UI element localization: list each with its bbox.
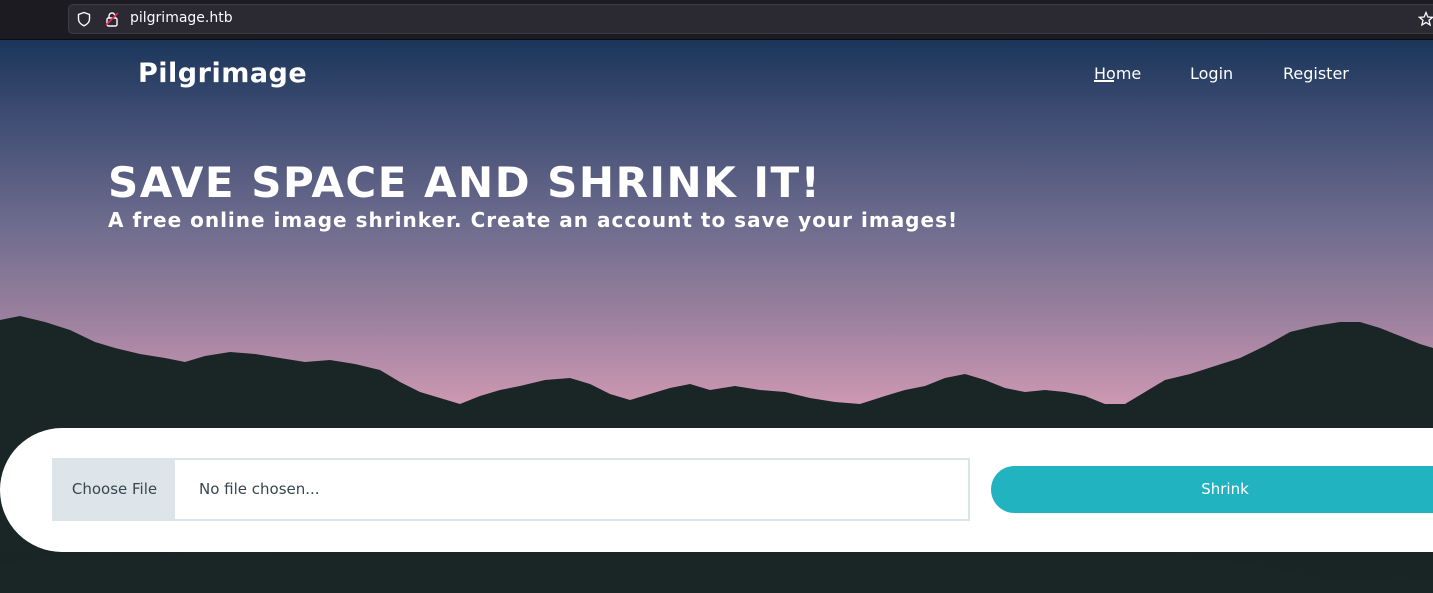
browser-toolbar: pilgrimage.htb (0, 0, 1433, 40)
shrink-button-label: Shrink (1201, 480, 1249, 498)
nav-login-link[interactable]: Login (1190, 64, 1233, 83)
choose-file-button[interactable]: Choose File (54, 460, 175, 519)
file-status-text: No file chosen... (199, 480, 320, 498)
main-nav: Home Login Register (0, 64, 1433, 94)
upload-form: Choose File No file chosen... Shrink (0, 428, 1433, 552)
url-text[interactable]: pilgrimage.htb (130, 10, 233, 26)
lock-icon[interactable] (104, 11, 120, 27)
nav-home-link[interactable]: Home (1094, 64, 1141, 83)
shield-icon[interactable] (76, 11, 92, 27)
nav-register-link[interactable]: Register (1283, 64, 1349, 83)
hero-title: SAVE SPACE AND SHRINK IT! (108, 158, 822, 207)
shrink-button[interactable]: Shrink (991, 466, 1433, 513)
star-icon[interactable] (1418, 11, 1433, 27)
address-bar[interactable] (68, 4, 1433, 34)
file-input[interactable]: Choose File No file chosen... (52, 458, 970, 521)
page: Pilgrimage Home Login Register SAVE SPAC… (0, 40, 1433, 593)
hero-subtitle: A free online image shrinker. Create an … (108, 208, 959, 232)
